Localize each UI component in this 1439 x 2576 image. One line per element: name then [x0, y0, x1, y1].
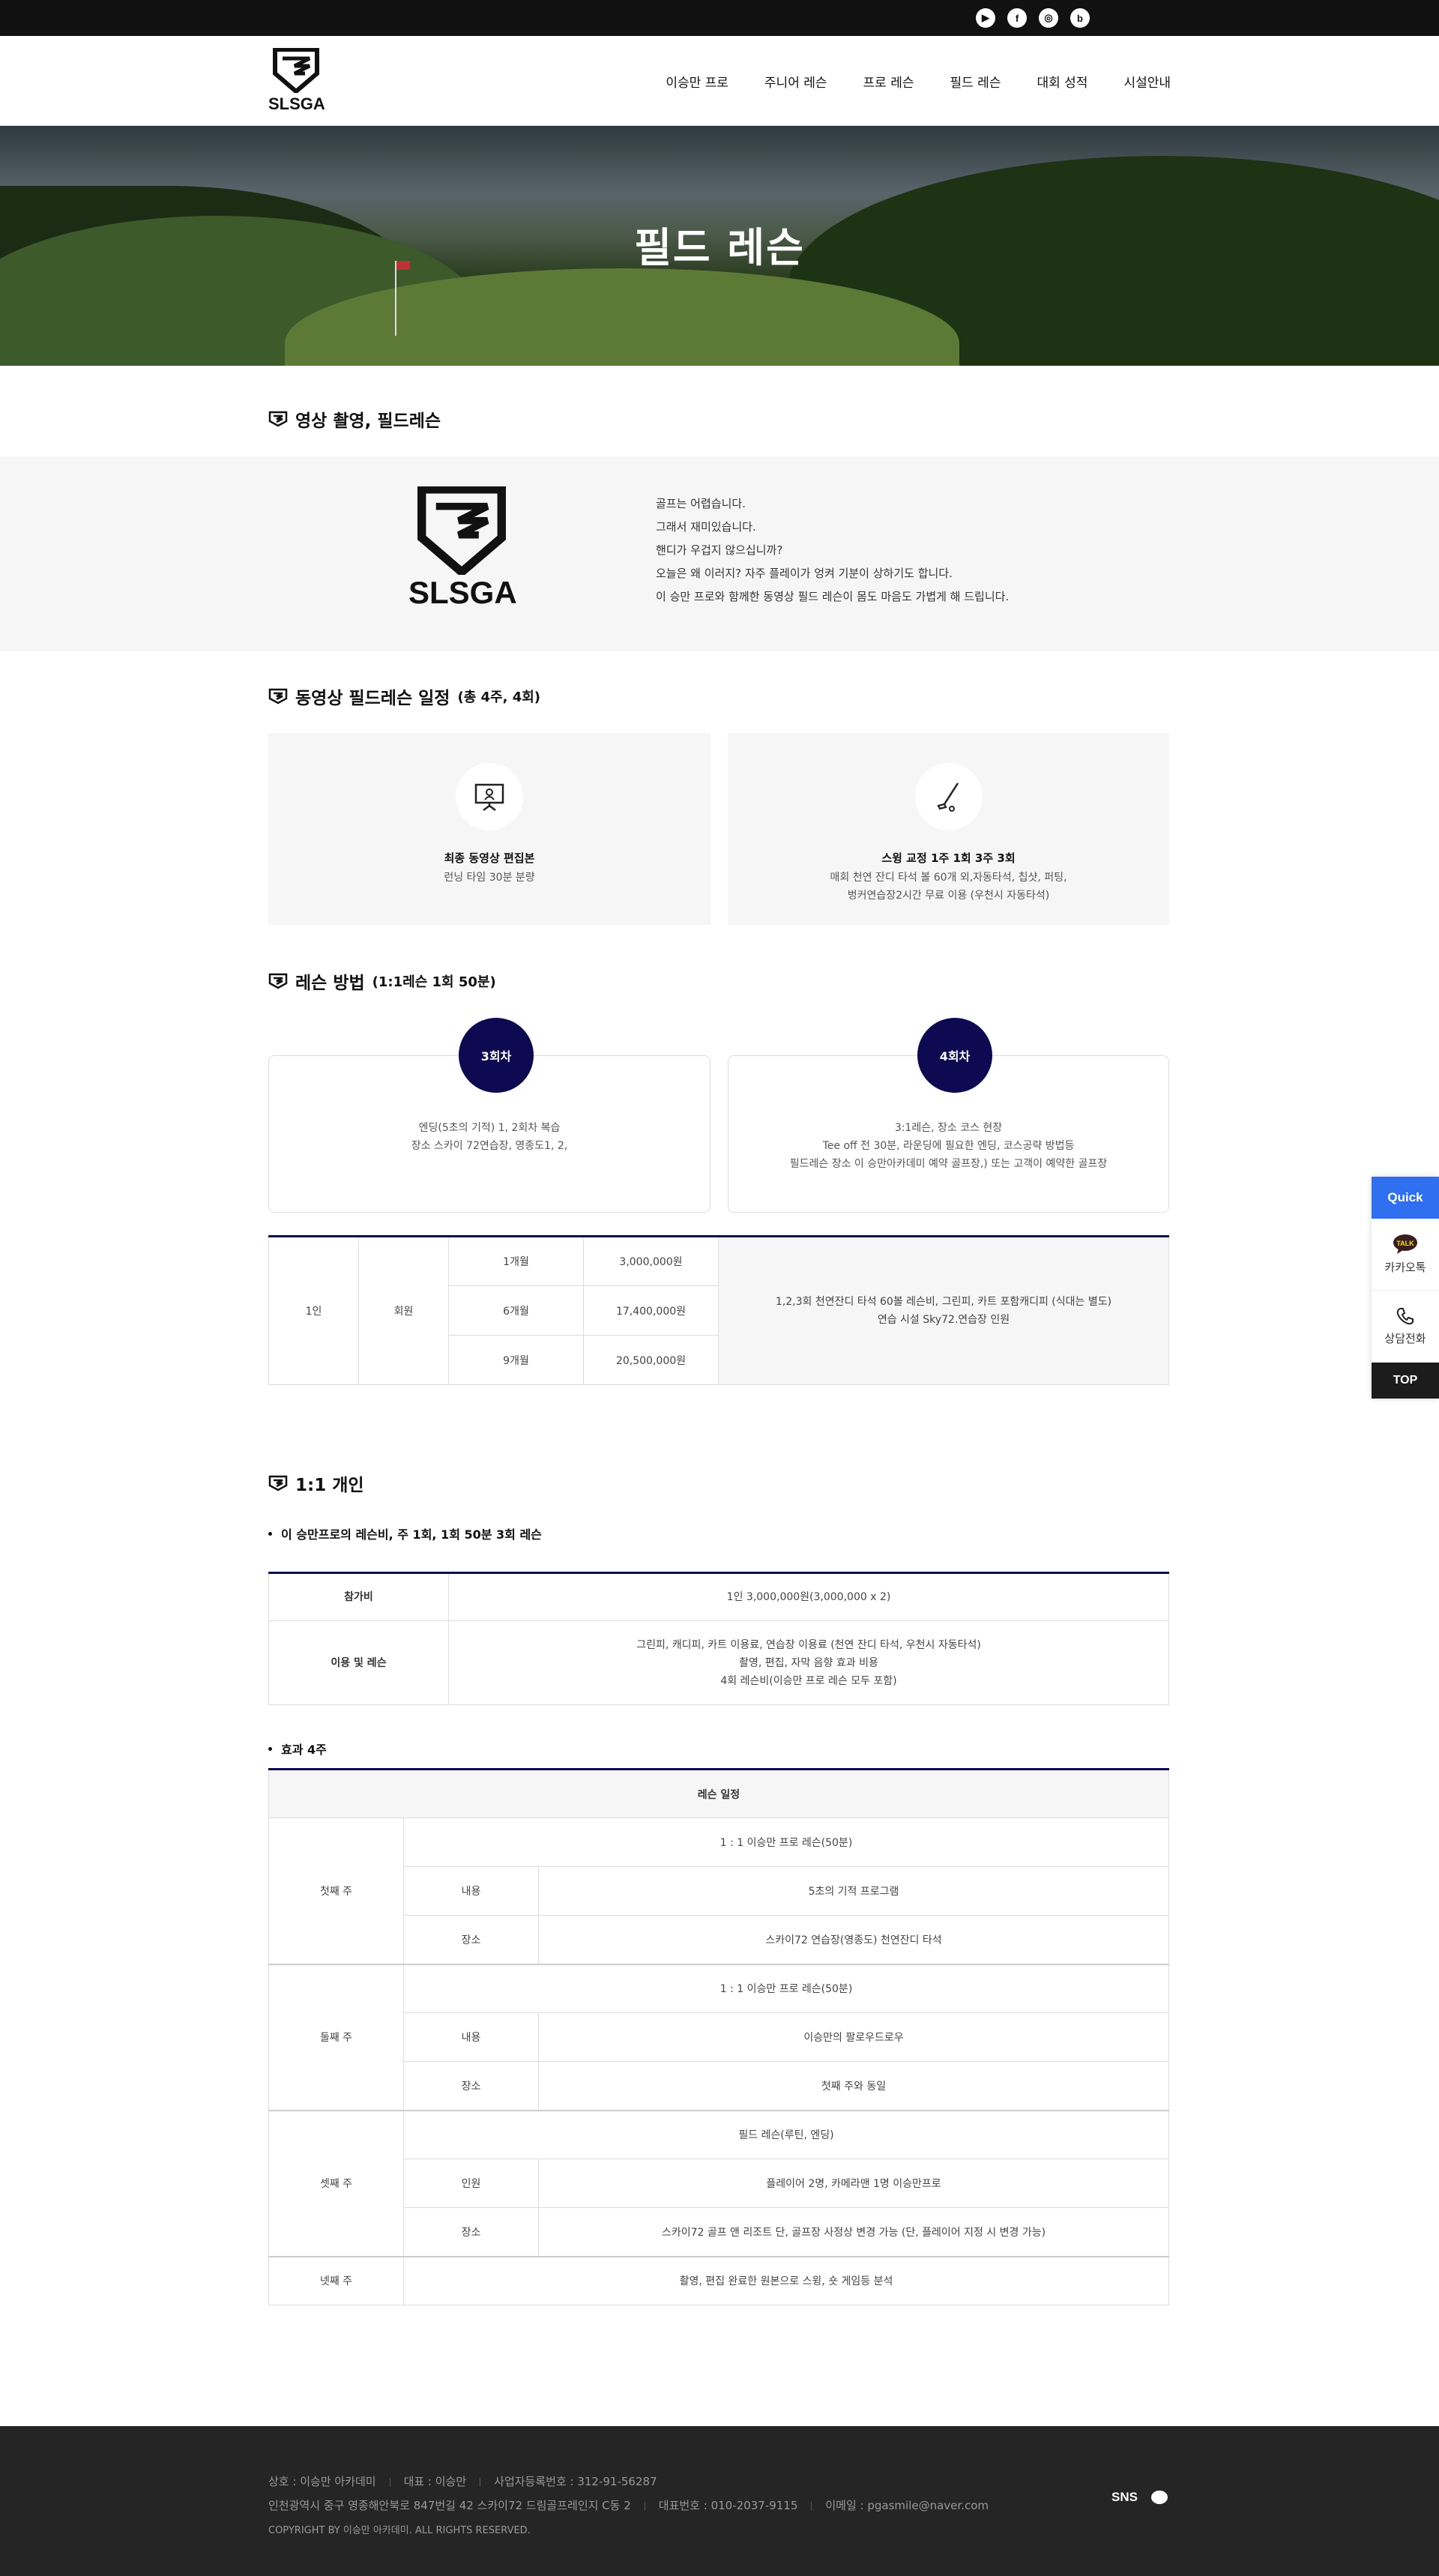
chat-bubble-icon[interactable]: [1150, 2491, 1168, 2504]
phone-consult-button[interactable]: 상담전화: [1372, 1291, 1439, 1363]
table-row: 내용 이승만의 팔로우드로우: [269, 2012, 1169, 2062]
schedule-card-swing: 스윙 교정 1주 1회 3주 3회 매회 천연 잔디 타석 볼 60개 외,자동…: [728, 733, 1169, 925]
section-title-method: 레슨 방법 (1:1레슨 1회 50분): [268, 968, 496, 994]
table-row: 셋째 주 필드 레슨(루틴, 엔딩): [268, 2109, 1169, 2257]
nav-facilities[interactable]: 시설안내: [1123, 72, 1171, 91]
table-row: 넷째 주 촬영, 편집 완료한 원본으로 스윙, 숏 게임등 분석: [268, 2255, 1169, 2305]
intro-panel: SLSGA 골프는 어렵습니다. 그래서 재미있습니다. 핸디가 우겁지 않으십…: [0, 456, 1439, 651]
schedule-table: 레슨 일정 첫째 주 1 : 1 이승만 프로 레슨(50분) 내용 5초의 기…: [268, 1768, 1169, 2305]
logo-mark-icon: [268, 973, 288, 989]
round-badge-3: 3회차: [459, 1018, 534, 1093]
youtube-icon[interactable]: ▶: [976, 8, 995, 28]
table-row: 인원 플레이어 2명, 카메라맨 1명 이승만프로: [269, 2159, 1169, 2208]
shield-logo-icon: [273, 47, 319, 94]
section-title-schedule: 동영상 필드레슨 일정 (총 4주, 4회): [268, 684, 540, 709]
table-row: 레슨 일정: [268, 1769, 1169, 1818]
price-table: 1인 회원 1개월 3,000,000원 1,2,3회 천연잔디 타석 60볼 …: [268, 1235, 1169, 1385]
table-row: 장소 스카이72 골프 앤 리조트 단, 골프장 사정상 변경 가능 (단, 플…: [269, 2207, 1169, 2257]
hero-banner: 필드 레슨: [0, 126, 1439, 366]
top-sns-links: ▶ f ◎ b: [976, 8, 1090, 28]
presentation-icon: [474, 783, 504, 811]
table-row: 내용 5초의 기적 프로그램: [269, 1866, 1169, 1916]
fee-table: 참가비 1인 3,000,000원(3,000,000 x 2) 이용 및 레슨…: [268, 1572, 1169, 1705]
logo-text: SLSGA: [268, 94, 325, 113]
footer-info: 상호 : 이승만 아카데미 대표 : 이승만 사업자등록번호 : 312-91-56…: [268, 2470, 989, 2543]
blog-icon[interactable]: b: [1070, 8, 1090, 28]
scroll-top-button[interactable]: TOP: [1372, 1363, 1439, 1399]
schedule-card-video: 최종 동영상 편집본 런닝 타임 30분 분량: [268, 733, 711, 925]
effect-summary: 효과 4주: [268, 1740, 327, 1758]
kakaotalk-button[interactable]: TALK 카카오톡: [1372, 1219, 1439, 1291]
table-row: 1인 회원 1개월 3,000,000원 1,2,3회 천연잔디 타석 60볼 …: [268, 1236, 1169, 1385]
table-row: 이용 및 레슨 그린피, 캐디피, 카트 이용료, 연습장 이용료 (천연 잔디…: [268, 1620, 1169, 1705]
price-note: 1,2,3회 천연잔디 타석 60볼 레슨비, 그린피, 카트 포함캐디피 (식…: [718, 1236, 1169, 1385]
table-row: 첫째 주 1 : 1 이승만 프로 레슨(50분): [268, 1818, 1169, 1964]
table-row: 참가비 1인 3,000,000원(3,000,000 x 2): [268, 1572, 1169, 1621]
facebook-icon[interactable]: f: [1007, 8, 1027, 28]
shield-logo-icon: [417, 485, 506, 578]
page-title: 필드 레슨: [634, 224, 805, 271]
table-row: 장소 첫째 주와 동일: [269, 2061, 1169, 2111]
site-header: SLSGA 이승만 프로 주니어 레슨 프로 레슨 필드 레슨 대회 성적 시설…: [0, 36, 1439, 126]
top-bar: ▶ f ◎ b: [0, 0, 1439, 36]
site-logo[interactable]: SLSGA: [268, 47, 325, 114]
intro-logo: SLSGA: [408, 485, 517, 611]
section-title-video-field: 영상 촬영, 필드레슨: [268, 406, 441, 432]
price-people: 1인: [268, 1236, 359, 1385]
nav-junior-lesson[interactable]: 주니어 레슨: [764, 72, 827, 91]
nav-tournament-results[interactable]: 대회 성적: [1037, 72, 1087, 91]
price-member: 회원: [358, 1236, 449, 1385]
logo-mark-icon: [268, 411, 288, 427]
instagram-icon[interactable]: ◎: [1039, 8, 1058, 28]
logo-mark-icon: [268, 1475, 288, 1491]
phone-icon: [1396, 1308, 1414, 1325]
private-lesson-summary: 이 승만프로의 레슨비, 주 1회, 1회 50분 3회 레슨: [268, 1524, 542, 1542]
table-row: 장소 스카이72 연습장(영종도) 천연잔디 타석: [269, 1915, 1169, 1964]
copyright: COPYRIGHT BY 이승만 아카데미. ALL RIGHTS RESERV…: [268, 2525, 531, 2536]
nav-lee-pro[interactable]: 이승만 프로: [666, 72, 728, 91]
footer-sns: SNS: [1111, 2490, 1168, 2505]
quick-menu-title: Quick: [1372, 1177, 1439, 1219]
intro-text: 골프는 어렵습니다. 그래서 재미있습니다. 핸디가 우겁지 않으십니까? 오늘…: [656, 497, 1010, 603]
main-nav: 이승만 프로 주니어 레슨 프로 레슨 필드 레슨 대회 성적 시설안내: [666, 36, 1171, 126]
section-title-private: 1:1 개인: [268, 1471, 364, 1496]
table-row: 둘째 주 1 : 1 이승만 프로 레슨(50분): [268, 1963, 1169, 2111]
svg-text:TALK: TALK: [1396, 1240, 1414, 1247]
quick-menu: Quick TALK 카카오톡 상담전화 TOP: [1372, 1177, 1439, 1399]
nav-field-lesson[interactable]: 필드 레슨: [950, 72, 1001, 91]
logo-mark-icon: [268, 688, 288, 705]
round-badge-4: 4회차: [917, 1018, 992, 1093]
site-footer: 상호 : 이승만 아카데미 대표 : 이승만 사업자등록번호 : 312-91-56…: [0, 2426, 1439, 2576]
nav-pro-lesson[interactable]: 프로 레슨: [863, 72, 914, 91]
intro-logo-text: SLSGA: [408, 575, 517, 610]
golf-club-icon: [936, 782, 959, 812]
kakaotalk-icon: TALK: [1393, 1234, 1417, 1254]
